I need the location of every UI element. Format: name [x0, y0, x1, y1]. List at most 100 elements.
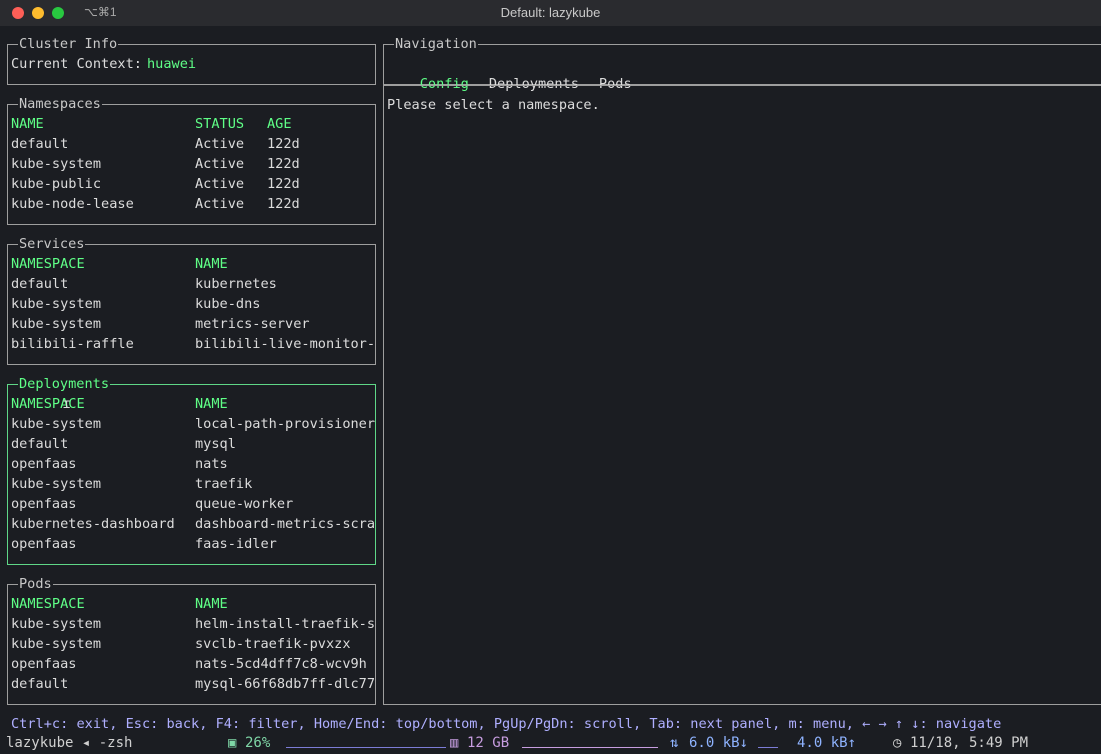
service-name: kube-dns: [195, 296, 261, 312]
network-icon: ⇅: [670, 735, 679, 751]
table-row[interactable]: kube-system Active 122d: [11, 154, 300, 174]
service-name: kubernetes: [195, 276, 277, 292]
table-row[interactable]: default mysql: [11, 434, 236, 454]
table-row[interactable]: default kubernetes: [11, 274, 277, 294]
pod-name: mysql-66f68db7ff-dlc77: [195, 676, 376, 692]
network-up: 4.0 kB↑: [797, 735, 857, 751]
current-context-value: huawei: [147, 56, 197, 72]
table-row[interactable]: kubernetes-dashboard dashboard-metrics-s…: [11, 514, 375, 534]
service-namespace: default: [11, 276, 69, 292]
namespaces-panel[interactable]: Namespaces NAME STATUS AGE default Activ…: [7, 95, 376, 225]
service-namespace: kube-system: [11, 296, 102, 312]
pod-namespace: kube-system: [11, 616, 102, 632]
table-row[interactable]: openfaas nats-5cd4dff7c8-wcv9h: [11, 654, 367, 674]
table-row[interactable]: kube-node-lease Active 122d: [11, 194, 300, 214]
namespace-age: 122d: [267, 196, 300, 212]
window-title: Default: lazykube: [500, 5, 601, 20]
namespace-age: 122d: [267, 176, 300, 192]
session-label: lazykube ◂ -zsh: [6, 735, 133, 751]
service-name: metrics-server: [195, 316, 310, 332]
table-row[interactable]: openfaas queue-worker: [11, 494, 293, 514]
pods-panel[interactable]: Pods NAMESPACE NAME kube-system helm-ins…: [7, 575, 376, 705]
pod-namespace: openfaas: [11, 656, 77, 672]
navigation-title: Navigation: [394, 35, 478, 53]
detail-message: Please select a namespace.: [387, 97, 600, 113]
deployment-name: dashboard-metrics-scra: [195, 516, 376, 532]
namespace-name: kube-system: [11, 156, 102, 172]
deployment-namespace: kube-system: [11, 476, 102, 492]
deployment-namespace: default: [11, 436, 69, 452]
column-header-namespace: NAMESPACE: [11, 596, 85, 612]
memory-usage: 12 GB: [467, 735, 510, 751]
table-row[interactable]: kube-system local-path-provisioner: [11, 414, 375, 434]
window-titlebar: ⌥⌘1 Default: lazykube: [0, 0, 1101, 26]
clock: 11/18, 5:49 PM: [910, 735, 1029, 751]
deployment-name: traefik: [195, 476, 253, 492]
pods-header-row: NAMESPACE NAME: [11, 594, 228, 614]
table-row[interactable]: kube-system traefik: [11, 474, 252, 494]
service-namespace: kube-system: [11, 316, 102, 332]
detail-panel[interactable]: Please select a namespace.: [383, 85, 1101, 705]
namespace-name: kube-public: [11, 176, 102, 192]
deployments-title: Deployments: [18, 375, 111, 393]
deployment-name: mysql: [195, 436, 236, 452]
table-row[interactable]: bilibili-raffle bilibili-live-monitor-: [11, 334, 375, 354]
namespace-status: Active: [195, 136, 245, 152]
column-header-status: STATUS: [195, 116, 245, 132]
column-header-namespace: NAMESPACE: [11, 256, 85, 272]
current-context-row: Current Context: huawei: [11, 54, 196, 74]
deployment-name: nats: [195, 456, 228, 472]
table-row[interactable]: kube-system svclb-traefik-pvxzx: [11, 634, 351, 654]
table-row[interactable]: default Active 122d: [11, 134, 300, 154]
keybinding-help: Ctrl+c: exit, Esc: back, F4: filter, Hom…: [11, 716, 1002, 732]
network-sparkline: [758, 747, 778, 748]
table-row[interactable]: kube-system kube-dns: [11, 294, 260, 314]
table-row[interactable]: kube-public Active 122d: [11, 174, 300, 194]
table-row[interactable]: kube-system helm-install-traefik-s: [11, 614, 375, 634]
status-bar: lazykube ◂ -zsh ▣ 26% ▥ 12 GB ⇅ 6.0 kB↓ …: [0, 735, 1101, 753]
column-header-name: NAME: [195, 596, 228, 612]
current-context-label: Current Context:: [11, 56, 151, 72]
column-header-name: NAME: [195, 256, 228, 272]
pod-name: nats-5cd4dff7c8-wcv9h: [195, 656, 367, 672]
deployment-name: faas-idler: [195, 536, 277, 552]
deployment-namespace: openfaas: [11, 496, 77, 512]
text-cursor-icon: ⌶: [63, 397, 71, 411]
deployment-namespace: kubernetes-dashboard: [11, 516, 175, 532]
deployment-namespace: kube-system: [11, 416, 102, 432]
services-title: Services: [18, 235, 86, 253]
cpu-usage: 26%: [245, 735, 271, 751]
services-header-row: NAMESPACE NAME: [11, 254, 228, 274]
pod-name: svclb-traefik-pvxzx: [195, 636, 351, 652]
cpu-sparkline: [286, 747, 446, 748]
memory-icon: ▥: [450, 735, 459, 751]
table-row[interactable]: openfaas faas-idler: [11, 534, 277, 554]
namespace-age: 122d: [267, 136, 300, 152]
column-header-age: AGE: [267, 116, 292, 132]
clock-icon: ◷: [893, 735, 902, 751]
navigation-panel[interactable]: Navigation Config Deployments Pods: [383, 35, 1101, 92]
table-row[interactable]: kube-system metrics-server: [11, 314, 310, 334]
namespaces-header-row: NAME STATUS AGE: [11, 114, 292, 134]
cpu-icon: ▣: [228, 735, 237, 751]
column-header-name: NAME: [11, 116, 44, 132]
service-name: bilibili-live-monitor-: [195, 336, 376, 352]
namespace-status: Active: [195, 156, 245, 172]
namespaces-title: Namespaces: [18, 95, 102, 113]
deployments-header-row: NAMESPACE NAME: [11, 394, 228, 414]
pod-name: helm-install-traefik-s: [195, 616, 376, 632]
namespace-age: 122d: [267, 156, 300, 172]
deployment-name: local-path-provisioner: [195, 416, 376, 432]
memory-sparkline: [522, 747, 658, 748]
cluster-info-panel[interactable]: Cluster Info Current Context: huawei: [7, 35, 376, 85]
namespace-name: kube-node-lease: [11, 196, 134, 212]
namespace-name: default: [11, 136, 69, 152]
network-down: 6.0 kB↓: [689, 735, 749, 751]
cluster-info-title: Cluster Info: [18, 35, 119, 53]
deployments-panel[interactable]: Deployments NAMESPACE NAME kube-system l…: [7, 375, 376, 565]
table-row[interactable]: openfaas nats: [11, 454, 228, 474]
table-row[interactable]: default mysql-66f68db7ff-dlc77: [11, 674, 375, 694]
pod-namespace: default: [11, 676, 69, 692]
deployment-name: queue-worker: [195, 496, 294, 512]
services-panel[interactable]: Services NAMESPACE NAME default kubernet…: [7, 235, 376, 365]
